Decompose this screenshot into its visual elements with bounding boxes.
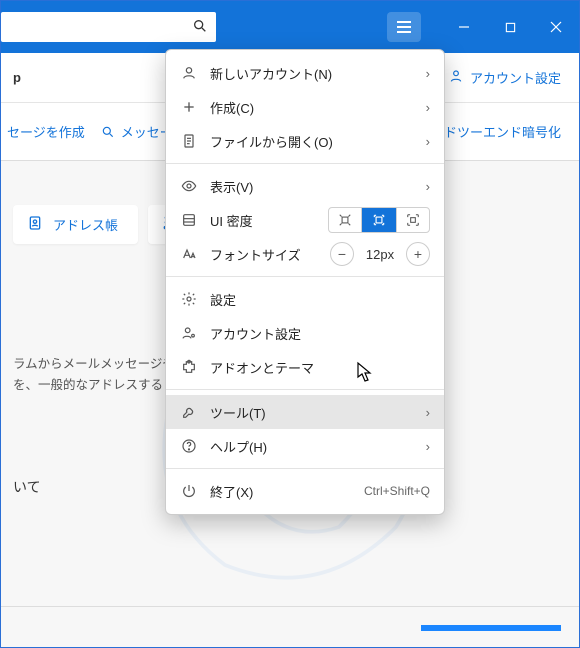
title-bar bbox=[1, 1, 579, 53]
menu-quit-shortcut: Ctrl+Shift+Q bbox=[364, 484, 430, 498]
chevron-right-icon: › bbox=[426, 405, 430, 420]
menu-settings[interactable]: 設定 bbox=[166, 282, 444, 316]
menu-addons[interactable]: アドオンとテーマ bbox=[166, 350, 444, 384]
account-settings-link[interactable]: アカウント設定 bbox=[448, 68, 561, 87]
menu-ui-density: UI 密度 bbox=[166, 203, 444, 237]
font-decrease-button[interactable]: − bbox=[330, 242, 354, 266]
density-normal-button[interactable] bbox=[362, 207, 396, 233]
menu-view-label: 表示(V) bbox=[210, 177, 414, 196]
menu-ui-density-label: UI 密度 bbox=[210, 211, 253, 230]
chevron-right-icon: › bbox=[426, 439, 430, 454]
chip-address-book-label: アドレス帳 bbox=[53, 215, 118, 234]
footer-divider bbox=[1, 606, 579, 607]
chip-address-book[interactable]: アドレス帳 bbox=[13, 205, 138, 244]
chevron-right-icon: › bbox=[426, 66, 430, 81]
menu-account-settings-label: アカウント設定 bbox=[210, 324, 430, 343]
search-field-wrap[interactable] bbox=[1, 12, 216, 42]
menu-font-size: フォントサイズ − 12px + bbox=[166, 237, 444, 271]
compose-label: セージを作成 bbox=[7, 122, 85, 141]
menu-open-file[interactable]: ファイルから開く(O) › bbox=[166, 124, 444, 158]
menu-view[interactable]: 表示(V) › bbox=[166, 169, 444, 203]
gear-badge-icon bbox=[448, 68, 464, 87]
address-book-icon bbox=[27, 215, 43, 234]
chevron-right-icon: › bbox=[426, 134, 430, 149]
menu-new-label: 作成(C) bbox=[210, 98, 414, 117]
wrench-icon bbox=[180, 403, 198, 421]
menu-tools[interactable]: ツール(T) › bbox=[166, 395, 444, 429]
e2e-label: ンドツーエンド暗号化 bbox=[431, 122, 561, 141]
help-icon bbox=[180, 437, 198, 455]
search-icon[interactable] bbox=[192, 18, 208, 37]
puzzle-icon bbox=[180, 358, 198, 376]
power-icon bbox=[180, 482, 198, 500]
font-increase-button[interactable]: + bbox=[406, 242, 430, 266]
density-compact-button[interactable] bbox=[328, 207, 362, 233]
menu-account-settings[interactable]: アカウント設定 bbox=[166, 316, 444, 350]
window-controls bbox=[441, 1, 579, 53]
menu-settings-label: 設定 bbox=[210, 290, 430, 309]
density-touch-button[interactable] bbox=[396, 207, 430, 233]
density-icon bbox=[180, 211, 198, 229]
progress-bar bbox=[421, 625, 561, 631]
page-title: p bbox=[13, 70, 21, 85]
menu-help-label: ヘルプ(H) bbox=[210, 437, 414, 456]
menu-font-size-label: フォントサイズ bbox=[210, 245, 301, 264]
plus-icon bbox=[180, 98, 198, 116]
file-icon bbox=[180, 132, 198, 150]
menu-new-account-label: 新しいアカウント(N) bbox=[210, 64, 414, 83]
toolbar-compose[interactable]: セージを作成 bbox=[7, 122, 85, 141]
menu-tools-label: ツール(T) bbox=[210, 403, 414, 422]
app-menu: 新しいアカウント(N) › 作成(C) › ファイルから開く(O) › 表示(V… bbox=[165, 49, 445, 515]
font-size-value: 12px bbox=[362, 247, 398, 262]
account-icon bbox=[180, 64, 198, 82]
gear-icon bbox=[180, 290, 198, 308]
app-menu-button[interactable] bbox=[387, 12, 421, 42]
toolbar-search[interactable]: メッセー bbox=[101, 122, 173, 141]
search-input[interactable] bbox=[9, 12, 192, 42]
menu-help[interactable]: ヘルプ(H) › bbox=[166, 429, 444, 463]
account-settings-label: アカウント設定 bbox=[470, 68, 561, 87]
menu-quit-label: 終了(X) bbox=[210, 482, 352, 501]
maximize-button[interactable] bbox=[487, 1, 533, 53]
minimize-button[interactable] bbox=[441, 1, 487, 53]
menu-separator bbox=[166, 468, 444, 469]
eye-icon bbox=[180, 177, 198, 195]
menu-open-file-label: ファイルから開く(O) bbox=[210, 132, 414, 151]
font-icon bbox=[180, 245, 198, 263]
chevron-right-icon: › bbox=[426, 179, 430, 194]
menu-separator bbox=[166, 276, 444, 277]
menu-new-account[interactable]: 新しいアカウント(N) › bbox=[166, 56, 444, 90]
menu-separator bbox=[166, 163, 444, 164]
menu-quit[interactable]: 終了(X) Ctrl+Shift+Q bbox=[166, 474, 444, 508]
menu-separator bbox=[166, 389, 444, 390]
close-button[interactable] bbox=[533, 1, 579, 53]
menu-addons-label: アドオンとテーマ bbox=[210, 358, 430, 377]
menu-new[interactable]: 作成(C) › bbox=[166, 90, 444, 124]
chevron-right-icon: › bbox=[426, 100, 430, 115]
account-gear-icon bbox=[180, 324, 198, 342]
toolbar-e2e[interactable]: ンドツーエンド暗号化 bbox=[431, 122, 561, 141]
